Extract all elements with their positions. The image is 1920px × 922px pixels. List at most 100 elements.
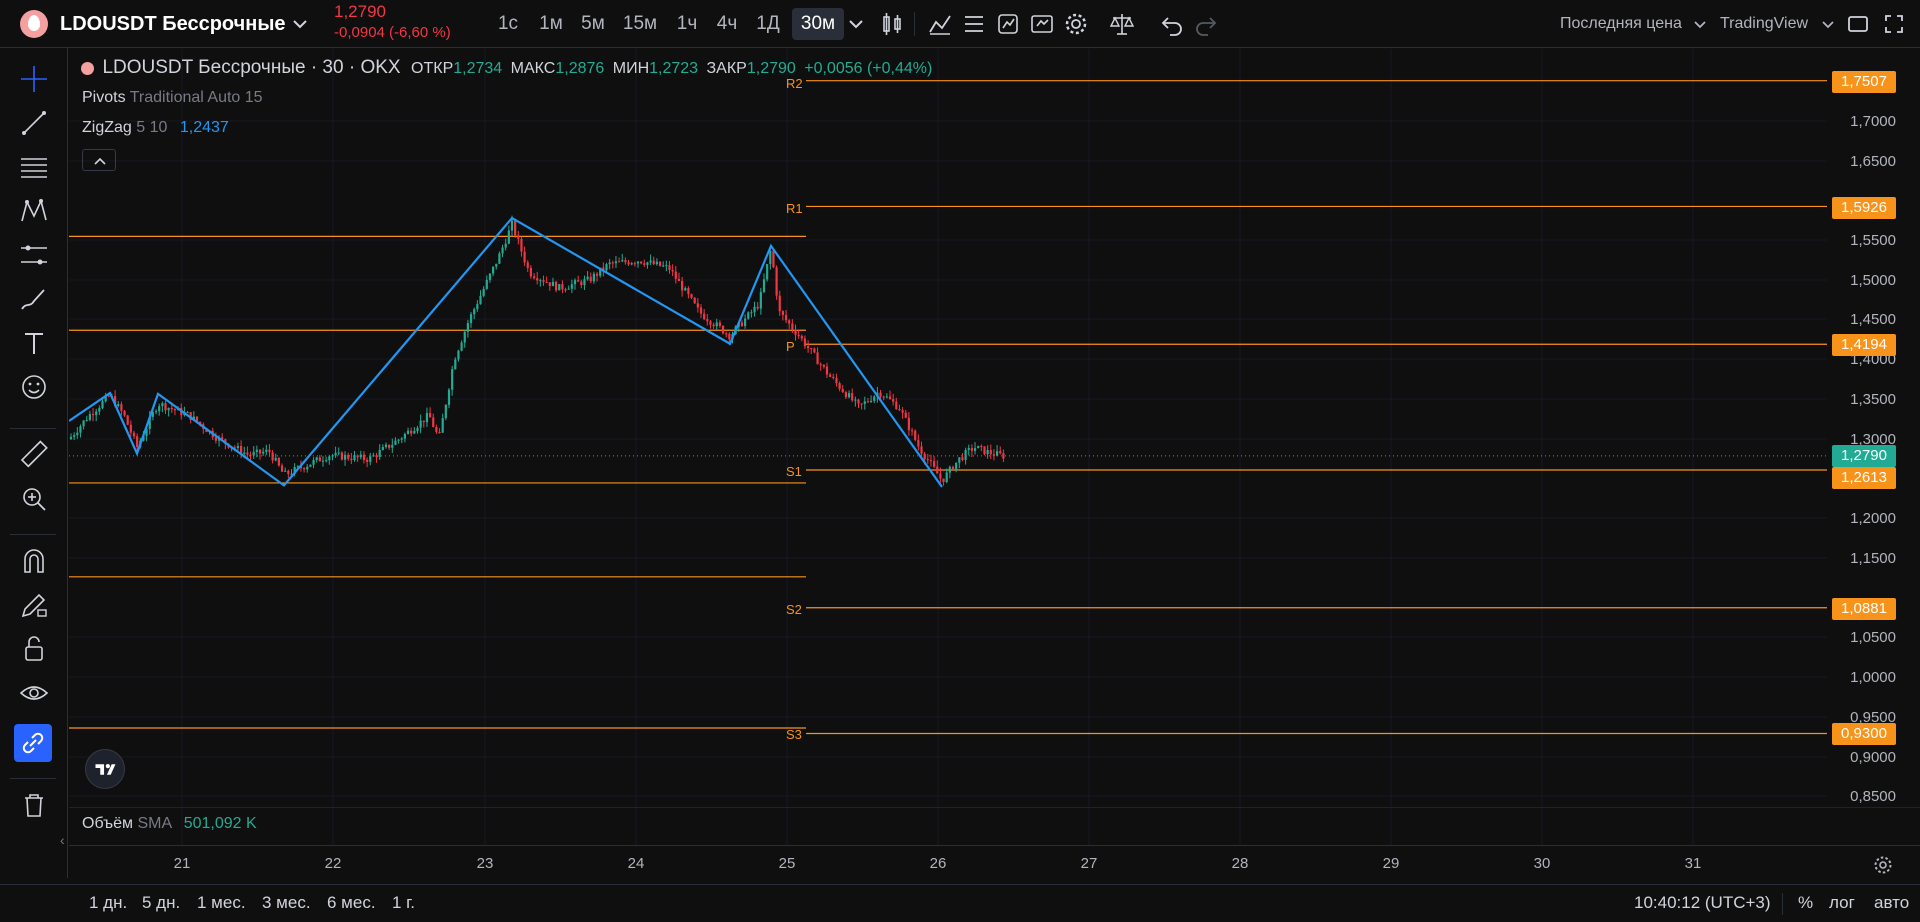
alert-icon[interactable] <box>992 8 1024 40</box>
range-5d[interactable]: 5 дн. <box>142 893 180 913</box>
candle-body <box>236 446 240 449</box>
price-type-chevron-icon[interactable] <box>1684 8 1716 40</box>
axis-settings-icon[interactable] <box>1871 853 1895 877</box>
tradingview-logo-icon[interactable] <box>85 749 125 789</box>
timeframe-1m[interactable]: 1м <box>534 8 568 40</box>
timeframe-1s[interactable]: 1с <box>492 8 524 40</box>
candle-body <box>618 261 621 263</box>
forecast-icon[interactable] <box>17 238 51 272</box>
timeframe-4h[interactable]: 4ч <box>710 8 744 40</box>
trendline-icon[interactable] <box>17 106 51 140</box>
range-6m[interactable]: 6 мес. <box>327 893 376 913</box>
candle-body <box>929 460 933 462</box>
lock-icon[interactable] <box>17 632 51 666</box>
price-tick: 1,2000 <box>1850 510 1896 527</box>
zigzag-legend[interactable]: ZigZag 5 10 1,2437 <box>82 119 229 137</box>
price-type-select[interactable]: Последняя цена <box>1556 9 1686 39</box>
time-tick: 29 <box>1382 855 1400 872</box>
undo-icon[interactable] <box>1156 8 1188 40</box>
fullscreen-icon[interactable] <box>1878 8 1910 40</box>
zoom-icon[interactable] <box>17 482 51 516</box>
replay-icon[interactable] <box>1026 8 1058 40</box>
candle-body <box>331 455 334 457</box>
auto-toggle[interactable]: авто <box>1874 893 1909 913</box>
candles-icon[interactable] <box>876 8 908 40</box>
candle-body <box>249 454 252 456</box>
templates-icon[interactable] <box>958 8 990 40</box>
indicators-icon[interactable] <box>924 8 956 40</box>
candle-body <box>406 430 410 434</box>
price-axis[interactable]: 1,7000 1,6500 1,5500 1,5000 1,4500 1,400… <box>1828 49 1920 829</box>
symbol-dropdown-icon[interactable] <box>284 8 316 40</box>
candle-body <box>914 430 917 440</box>
candle-body <box>570 284 573 289</box>
candle-body <box>466 323 469 332</box>
candle-body <box>488 273 492 280</box>
layout-window-icon[interactable] <box>1842 8 1874 40</box>
candle-body <box>860 403 863 405</box>
candle-body <box>879 392 882 397</box>
chart-pane[interactable]: LDOUSDT Бессрочные · 30 · OKX ОТКР1,2734… <box>69 49 1920 878</box>
volume-legend[interactable]: Объём SMA 501,092 K <box>82 815 257 833</box>
candle-body <box>677 278 681 282</box>
timeframe-15m[interactable]: 15м <box>618 8 662 40</box>
range-1m[interactable]: 1 мес. <box>197 893 246 913</box>
candle-body <box>413 430 416 434</box>
collapse-legend-button[interactable] <box>82 149 116 171</box>
lock-draw-icon[interactable] <box>17 588 51 622</box>
candle-body <box>350 458 353 461</box>
candle-body <box>425 413 429 423</box>
candle-body <box>551 281 555 287</box>
eye-icon[interactable] <box>17 676 51 710</box>
candle-body <box>996 451 999 456</box>
timeframe-5m[interactable]: 5м <box>576 8 610 40</box>
candle-body <box>690 294 693 298</box>
trash-icon[interactable] <box>17 788 51 822</box>
pattern-icon[interactable] <box>17 194 51 228</box>
crosshair-icon[interactable] <box>17 62 51 96</box>
log-toggle[interactable]: лог <box>1829 893 1855 913</box>
candle-body <box>410 430 413 434</box>
redo-icon[interactable] <box>1190 8 1222 40</box>
link-icon[interactable] <box>14 724 52 762</box>
candle-body <box>611 262 614 264</box>
range-1d[interactable]: 1 дн. <box>89 893 127 913</box>
legend-title[interactable]: LDOUSDT Бессрочные · 30 · OKX <box>102 57 400 78</box>
candle-body <box>907 417 910 431</box>
candle-body <box>561 284 564 290</box>
provider-chevron-icon[interactable] <box>1812 8 1844 40</box>
range-1y[interactable]: 1 г. <box>392 893 415 913</box>
timeframe-1d[interactable]: 1Д <box>750 8 786 40</box>
candle-body <box>630 263 633 265</box>
candle-body <box>287 470 290 474</box>
price-chart[interactable] <box>69 49 1920 878</box>
candle-body <box>523 251 526 263</box>
compare-scales-icon[interactable] <box>1106 8 1138 40</box>
fib-icon[interactable] <box>17 150 51 184</box>
candle-body <box>507 230 510 244</box>
provider-select[interactable]: TradingView <box>1716 9 1812 39</box>
brush-icon[interactable] <box>17 282 51 316</box>
candle-body <box>655 261 658 265</box>
candle-body <box>800 336 803 339</box>
collapse-toolbar-icon[interactable]: ‹ <box>60 832 65 848</box>
clock[interactable]: 10:40:12 (UTC+3) <box>1634 893 1771 913</box>
candle-body <box>740 322 744 327</box>
settings-gear-icon[interactable] <box>1060 8 1092 40</box>
candle-body <box>558 284 561 291</box>
timeframe-1h[interactable]: 1ч <box>670 8 704 40</box>
pivots-legend[interactable]: Pivots Traditional Auto 15 <box>82 89 263 107</box>
percent-toggle[interactable]: % <box>1798 893 1813 913</box>
symbol-logo-icon[interactable] <box>20 10 48 38</box>
timeframe-30m[interactable]: 30м <box>792 8 844 40</box>
emoji-icon[interactable] <box>17 370 51 404</box>
candle-body <box>951 466 955 471</box>
range-3m[interactable]: 3 мес. <box>262 893 311 913</box>
candle-body <box>863 401 866 404</box>
symbol-name[interactable]: LDOUSDT Бессрочные <box>56 9 290 39</box>
timeframe-dropdown-icon[interactable] <box>840 8 872 40</box>
candle-body <box>778 295 781 312</box>
text-icon[interactable] <box>17 326 51 360</box>
magnet-icon[interactable] <box>17 544 51 578</box>
ruler-icon[interactable] <box>17 438 51 472</box>
